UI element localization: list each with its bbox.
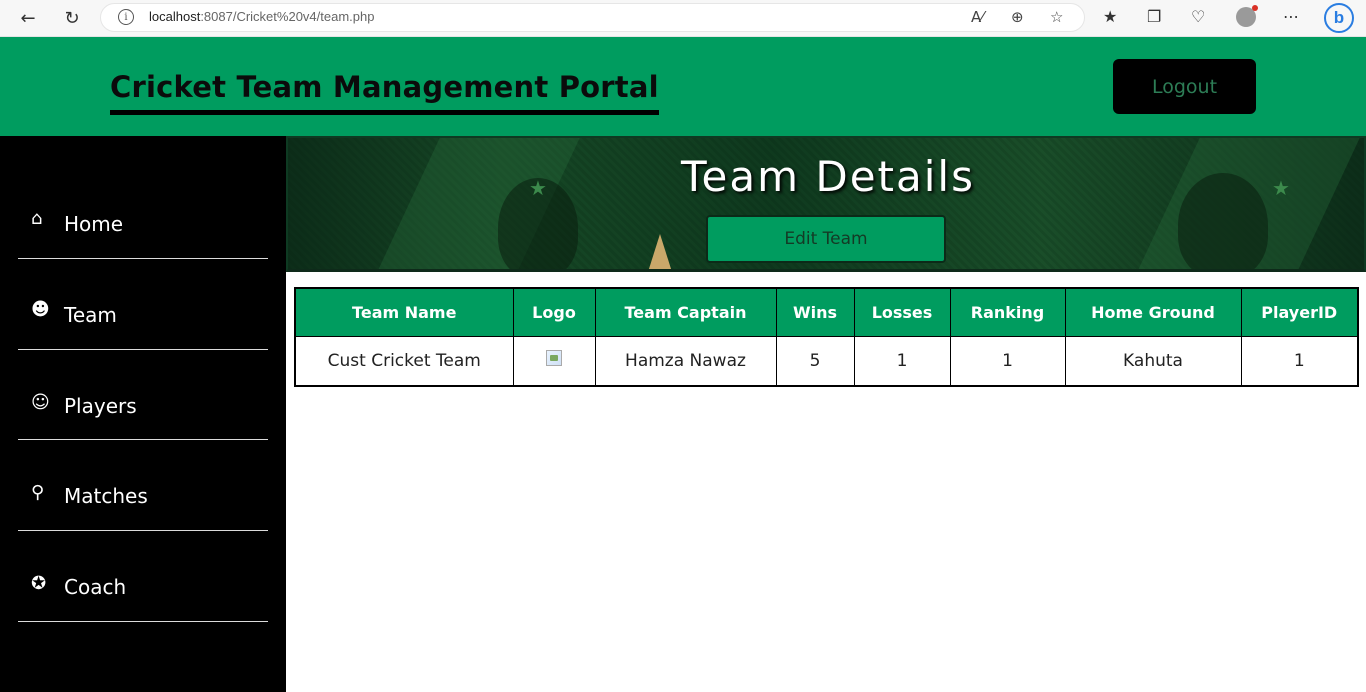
read-aloud-icon[interactable]: A⁄ [971,8,984,26]
column-header: Team Captain [594,287,777,337]
team-icon: ☻ [31,299,50,320]
refresh-icon[interactable]: ↻ [59,6,85,30]
table-header-row: Team Name Logo Team Captain Wins Losses … [294,287,1359,337]
logout-button[interactable]: Logout [1113,59,1256,114]
url-host: localhost [149,9,201,24]
zoom-icon[interactable]: ⊕ [1011,8,1024,26]
sidebar-item-label: Team [64,303,117,327]
sidebar-item-coach[interactable]: ✪ Coach [18,531,268,622]
trophy-icon: ⚲ [31,482,45,503]
sidebar-item-label: Players [64,394,137,418]
sidebar: ⌂ Home ☻ Team ☺ Players ⚲ Matches ✪ Coac… [0,136,286,692]
back-arrow-icon[interactable]: ← [15,6,41,30]
sidebar-item-label: Coach [64,575,127,599]
collections-icon[interactable]: ❐ [1147,7,1161,26]
sidebar-item-players[interactable]: ☺ Players [18,349,268,440]
team-details-banner: ★ ★ Team Details Edit Team [286,136,1366,272]
sidebar-item-home[interactable]: ⌂ Home [18,168,268,259]
team-captain-cell: Hamza Nawaz [594,335,777,387]
wins-cell: 5 [775,335,855,387]
favorite-star-icon[interactable]: ☆ [1050,8,1063,26]
column-header: Ranking [949,287,1066,337]
url-text[interactable]: localhost:8087/Cricket%20v4/team.php [149,9,374,24]
site-title: Cricket Team Management Portal [110,70,659,115]
team-table: Team Name Logo Team Captain Wins Losses … [294,287,1359,387]
sidebar-item-team[interactable]: ☻ Team [18,259,268,350]
performance-icon[interactable]: ♡ [1191,7,1205,26]
column-header: Home Ground [1064,287,1242,337]
column-header: PlayerID [1240,287,1359,337]
team-name-cell: Cust Cricket Team [294,335,514,387]
sidebar-item-matches[interactable]: ⚲ Matches [18,440,268,531]
player-id-cell: 1 [1240,335,1359,387]
column-header: Losses [853,287,951,337]
column-header: Logo [512,287,596,337]
table-row: Cust Cricket Team Hamza Nawaz 5 1 1 Kahu… [294,335,1359,387]
logo-cell [512,335,596,387]
sidebar-item-label: Matches [64,484,148,508]
favorites-icon[interactable]: ★ [1103,7,1117,26]
broken-image-icon [546,350,562,367]
home-icon: ⌂ [31,208,43,229]
bing-icon[interactable]: b [1324,3,1354,33]
page-title: Team Details [681,152,975,201]
info-icon[interactable]: i [118,9,134,25]
browser-toolbar: ← ↻ i localhost:8087/Cricket%20v4/team.p… [0,0,1366,37]
url-path: :8087/Cricket%20v4/team.php [200,9,375,24]
column-header: Team Name [294,287,514,337]
site-header: Cricket Team Management Portal Logout [0,37,1366,136]
sidebar-item-label: Home [64,212,124,236]
home-ground-cell: Kahuta [1064,335,1242,387]
ranking-cell: 1 [949,335,1066,387]
more-options-icon[interactable]: ⋯ [1283,7,1299,26]
column-header: Wins [775,287,855,337]
coach-icon: ✪ [31,573,47,594]
edit-team-button[interactable]: Edit Team [706,215,946,263]
player-icon: ☺ [31,392,50,413]
losses-cell: 1 [853,335,951,387]
notification-dot [1252,5,1258,11]
cone-decoration [648,234,672,269]
